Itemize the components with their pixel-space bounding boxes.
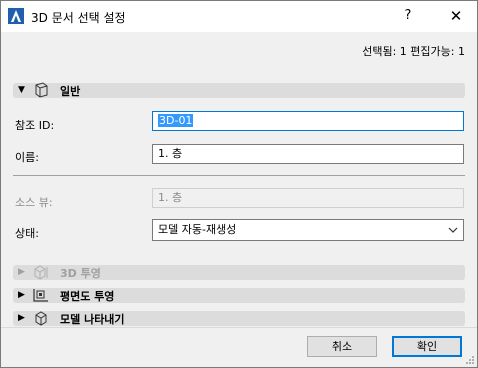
section-general-header[interactable]: ▼ 일반 — [13, 82, 465, 98]
section-3d-projection-title: 3D 투영 — [60, 267, 101, 280]
dialog-window: 3D 문서 선택 설정 ? ✕ 선택됨: 1 편집가능: 1 ▼ 일반 참조 I… — [0, 0, 478, 368]
source-view-label: 소스 뷰: — [15, 196, 53, 209]
expand-arrow-icon: ▶ — [18, 290, 25, 300]
expand-arrow-icon: ▼ — [18, 85, 25, 95]
expand-arrow-icon: ▶ — [18, 313, 25, 323]
section-general-title: 일반 — [60, 85, 81, 98]
section-3d-projection-header: ▶ 3D 투영 — [13, 265, 465, 280]
help-button[interactable]: ? — [396, 6, 420, 26]
reference-id-value: 3D-01 — [158, 114, 194, 127]
close-button[interactable]: ✕ — [444, 6, 468, 26]
status-value: 모델 자동-재생성 — [158, 223, 237, 236]
name-value: 1. 층 — [158, 147, 183, 160]
reference-id-input[interactable]: 3D-01 — [152, 111, 464, 131]
reference-id-label: 참조 ID: — [15, 119, 55, 132]
section-floorplan-projection-title: 평면도 투영 — [60, 290, 115, 303]
archicad-logo-icon — [8, 8, 24, 24]
floorplan-projection-icon — [33, 289, 48, 302]
resize-grip-icon[interactable] — [465, 355, 475, 365]
title-bar[interactable]: 3D 문서 선택 설정 ? ✕ — [1, 1, 477, 32]
cancel-button[interactable]: 취소 — [307, 336, 377, 357]
footer-separator — [1, 327, 477, 328]
3d-projection-icon — [34, 265, 48, 280]
document-3d-icon — [35, 82, 48, 98]
selection-info: 선택됨: 1 편집가능: 1 — [362, 45, 465, 58]
status-dropdown[interactable]: 모델 자동-재생성 — [152, 219, 464, 241]
window-title: 3D 문서 선택 설정 — [31, 11, 126, 25]
section-floorplan-projection-header[interactable]: ▶ 평면도 투영 — [13, 288, 465, 303]
divider — [13, 175, 465, 176]
ok-button[interactable]: 확인 — [392, 336, 462, 357]
source-view-input: 1. 층 — [152, 188, 464, 208]
source-view-value: 1. 층 — [158, 191, 183, 204]
name-input[interactable]: 1. 층 — [152, 144, 464, 164]
section-model-display-title: 모델 나타내기 — [60, 313, 125, 326]
status-label: 상태: — [15, 227, 39, 240]
model-cube-icon — [35, 311, 47, 326]
name-label: 이름: — [15, 151, 39, 164]
section-model-display-header[interactable]: ▶ 모델 나타내기 — [13, 311, 465, 326]
expand-arrow-icon: ▶ — [18, 267, 25, 277]
chevron-down-icon — [448, 227, 458, 233]
